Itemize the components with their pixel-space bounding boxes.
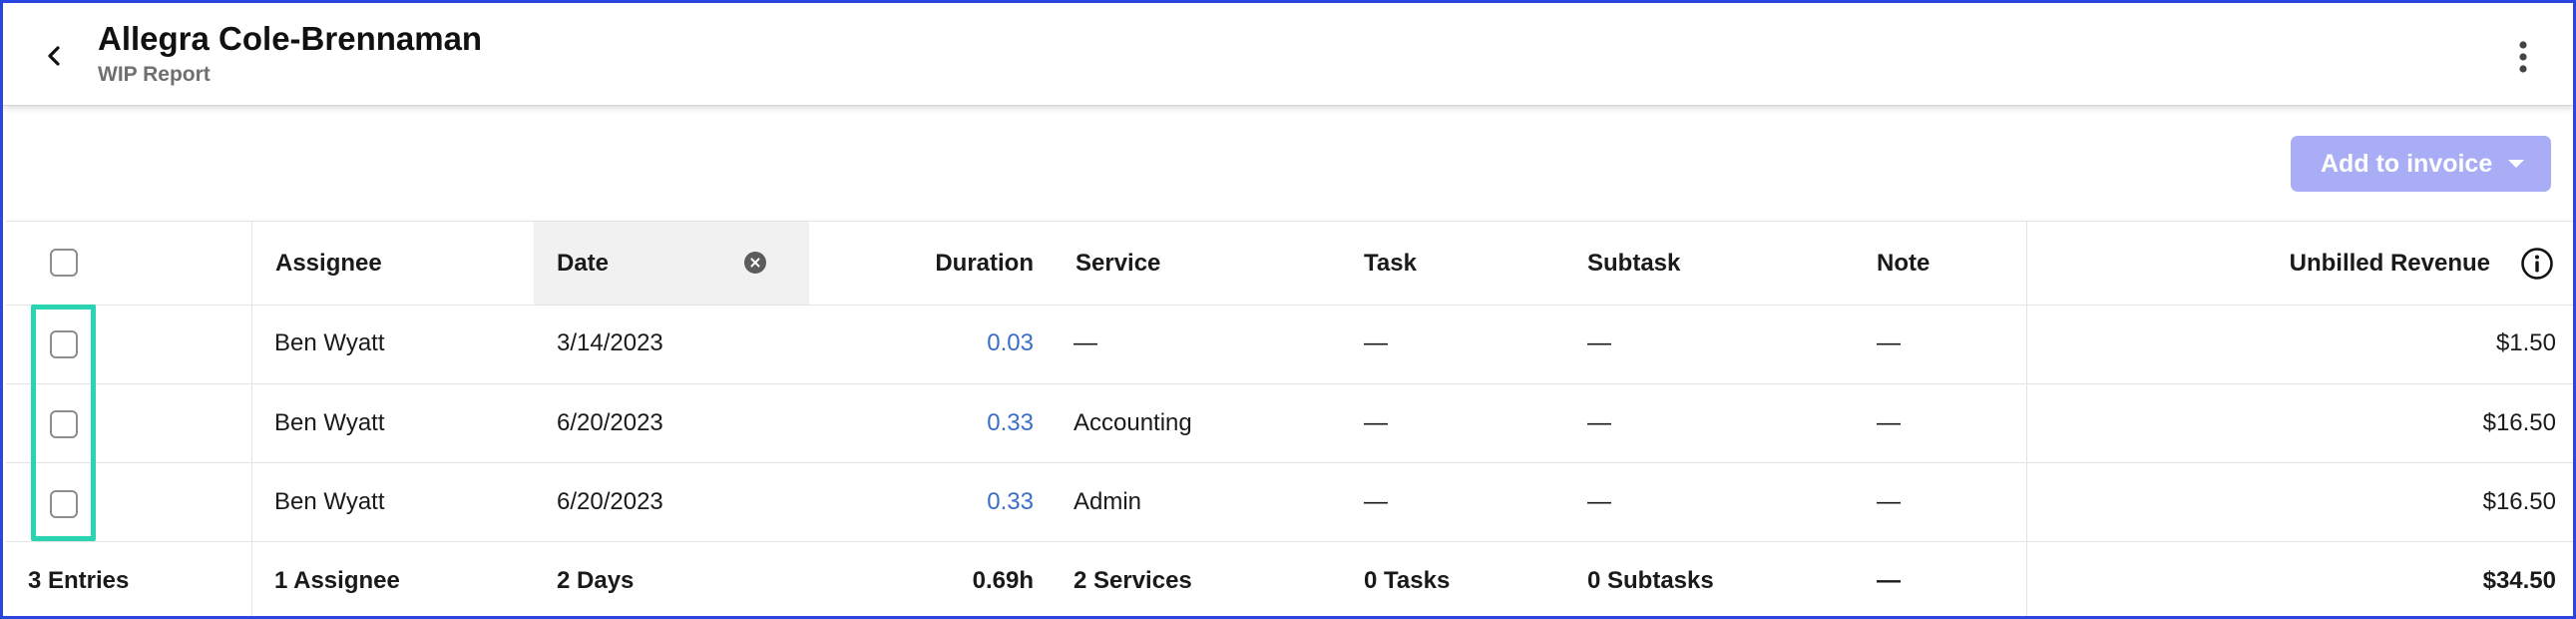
row-subtask: — [1587, 409, 1611, 436]
page-title: Allegra Cole-Brennaman [98, 20, 483, 57]
totals-duration: 0.69h [972, 567, 1034, 594]
page-header: Allegra Cole-Brennaman WIP Report [3, 3, 2573, 106]
column-header-assignee[interactable]: Assignee [275, 250, 382, 278]
row-date: 6/20/2023 [557, 488, 663, 515]
row-service: Admin [1073, 488, 1142, 515]
info-icon[interactable] [2520, 247, 2554, 281]
row-task: — [1364, 409, 1388, 436]
divider [6, 383, 2573, 384]
divider [6, 541, 2573, 542]
row-date: 6/20/2023 [557, 409, 663, 436]
column-header-date[interactable]: Date [557, 250, 609, 278]
caret-down-icon [2508, 160, 2524, 168]
row-checkbox[interactable] [50, 490, 78, 518]
row-assignee: Ben Wyatt [274, 329, 385, 356]
column-header-unbilled-revenue[interactable]: Unbilled Revenue [2151, 250, 2490, 278]
row-assignee: Ben Wyatt [274, 409, 385, 436]
totals-service: 2 Services [1073, 567, 1192, 594]
window-frame: Allegra Cole-Brennaman WIP Report Add to… [0, 0, 2576, 619]
row-duration-link[interactable]: 0.03 [834, 329, 1034, 357]
column-header-note[interactable]: Note [1877, 250, 1930, 278]
row-note: — [1877, 409, 1901, 436]
row-assignee: Ben Wyatt [274, 488, 385, 515]
row-task: — [1364, 329, 1388, 356]
totals-task: 0 Tasks [1364, 567, 1451, 594]
row-subtask: — [1587, 488, 1611, 515]
row-service: — [1073, 329, 1097, 356]
row-date: 3/14/2023 [557, 329, 663, 356]
kebab-menu-icon[interactable] [2515, 39, 2531, 75]
divider [2026, 221, 2027, 616]
row-unbilled-revenue: $16.50 [2482, 409, 2556, 436]
back-chevron-icon[interactable] [39, 41, 69, 71]
row-subtask: — [1587, 329, 1611, 356]
row-unbilled-revenue: $1.50 [2495, 329, 2556, 356]
row-note: — [1877, 488, 1901, 515]
totals-note: — [1877, 567, 1901, 594]
column-header-service[interactable]: Service [1075, 250, 1160, 278]
row-checkbox[interactable] [50, 330, 78, 358]
totals-assignee: 1 Assignee [274, 567, 400, 594]
divider [6, 305, 2573, 306]
row-duration-link[interactable]: 0.33 [834, 409, 1034, 437]
add-to-invoice-label: Add to invoice [2321, 149, 2493, 178]
totals-entries: 3 Entries [28, 567, 130, 594]
row-task: — [1364, 488, 1388, 515]
row-duration-link[interactable]: 0.33 [834, 488, 1034, 516]
totals-unbilled-revenue: $34.50 [2482, 567, 2556, 594]
row-checkbox[interactable] [50, 410, 78, 438]
column-header-duration[interactable]: Duration [834, 250, 1034, 278]
clear-date-filter-icon[interactable] [744, 252, 766, 274]
column-header-task[interactable]: Task [1364, 250, 1417, 278]
totals-subtask: 0 Subtasks [1587, 567, 1714, 594]
row-service: Accounting [1073, 409, 1192, 436]
row-note: — [1877, 329, 1901, 356]
divider [6, 221, 2573, 222]
divider [251, 221, 252, 616]
page-subtitle: WIP Report [98, 63, 211, 86]
totals-date: 2 Days [557, 567, 635, 594]
column-header-subtask[interactable]: Subtask [1587, 250, 1680, 278]
select-all-checkbox[interactable] [50, 249, 78, 277]
add-to-invoice-button[interactable]: Add to invoice [2291, 136, 2551, 192]
divider [6, 462, 2573, 463]
row-unbilled-revenue: $16.50 [2482, 488, 2556, 515]
